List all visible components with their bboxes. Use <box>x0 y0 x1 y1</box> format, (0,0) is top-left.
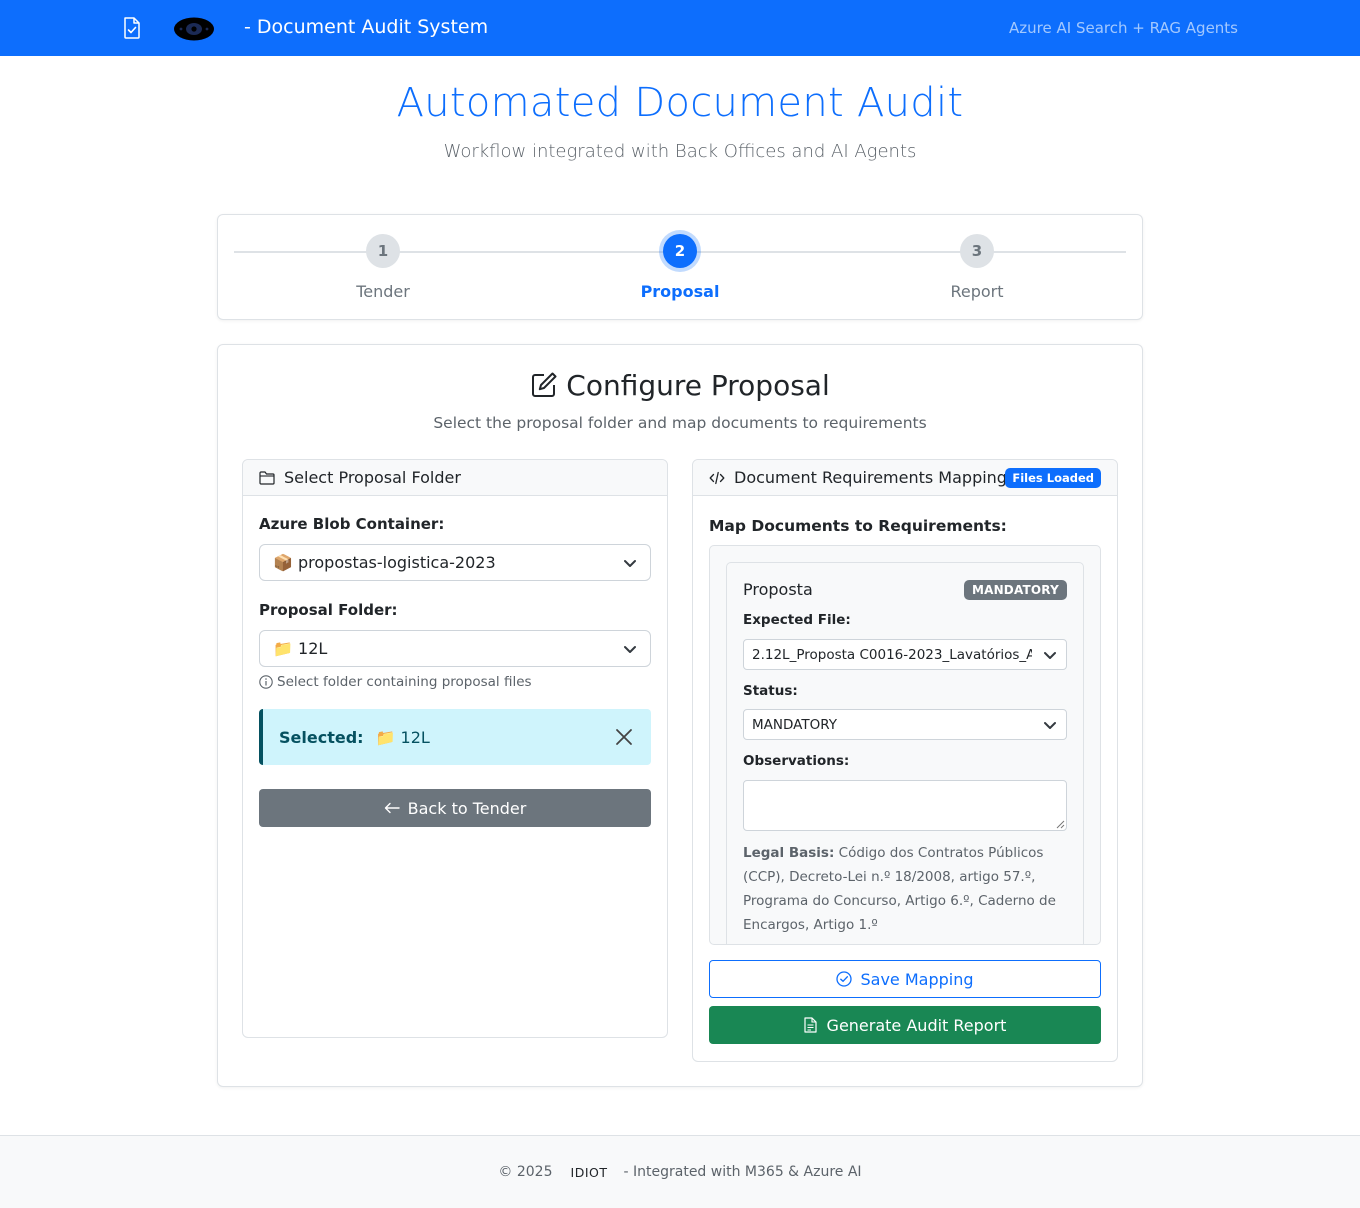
folder-help-text: Select folder containing proposal files <box>277 674 532 690</box>
observations-textarea[interactable] <box>743 780 1067 831</box>
check-circle-icon <box>836 971 853 987</box>
expected-file-value: 2.12L_Proposta C0016-2023_Lavatórios_Agr… <box>752 646 1032 663</box>
status-select[interactable]: MANDATORY <box>743 709 1067 740</box>
step-proposal[interactable]: 2 Proposal <box>580 234 780 301</box>
step-number: 1 <box>366 234 400 268</box>
container-select[interactable]: 📦 propostas-logistica-2023 <box>259 544 651 581</box>
footer-brand: IDIOT <box>570 1164 608 1180</box>
legal-basis-label: Legal Basis: <box>743 845 835 861</box>
step-tender[interactable]: 1 Tender <box>283 234 483 301</box>
generate-button-label: Generate Audit Report <box>826 1015 1007 1035</box>
step-number: 3 <box>960 234 994 268</box>
chevron-down-icon <box>624 559 636 567</box>
configure-proposal-card: Configure Proposal Select the proposal f… <box>217 344 1143 1087</box>
step-report[interactable]: 3 Report <box>877 234 1077 301</box>
footer: © 2025 IDIOT - Integrated with M365 & Az… <box>0 1135 1360 1208</box>
selected-label: Selected: <box>279 727 364 747</box>
back-button-label: Back to Tender <box>407 798 527 818</box>
selected-value: 📁 12L <box>375 727 430 747</box>
status-value: MANDATORY <box>752 716 837 733</box>
requirement-name: Proposta <box>743 580 813 599</box>
container-select-value: 📦 propostas-logistica-2023 <box>273 553 496 572</box>
page-title: Automated Document Audit <box>396 80 964 126</box>
panel-title: Document Requirements Mapping <box>734 468 1007 487</box>
navbar-tagline: Azure AI Search + RAG Agents <box>1009 19 1238 37</box>
edit-icon <box>532 372 557 397</box>
step-label: Report <box>950 282 1004 301</box>
expected-file-select[interactable]: 2.12L_Proposta C0016-2023_Lavatórios_Agr… <box>743 639 1067 670</box>
panel-header: Select Proposal Folder <box>243 460 667 496</box>
generate-audit-report-button[interactable]: Generate Audit Report <box>709 1006 1101 1044</box>
workflow-stepper: 1 Tender 2 Proposal 3 Report <box>217 214 1143 320</box>
requirements-list[interactable]: Proposta MANDATORY Expected File: 2.12L_… <box>709 545 1101 945</box>
resize-handle-icon[interactable] <box>1055 819 1065 829</box>
requirement-card: Proposta MANDATORY Expected File: 2.12L_… <box>726 562 1084 944</box>
configure-subtitle: Select the proposal folder and map docum… <box>433 414 927 432</box>
footer-copyright: © 2025 <box>498 1164 553 1180</box>
app-title[interactable]: - Document Audit System <box>244 16 488 38</box>
chevron-down-icon <box>624 645 636 653</box>
save-button-label: Save Mapping <box>860 969 974 989</box>
map-documents-label: Map Documents to Requirements: <box>709 517 1007 535</box>
files-loaded-badge: Files Loaded <box>1005 468 1101 488</box>
eye-logo-icon[interactable] <box>173 16 215 42</box>
status-label: Status: <box>743 683 798 699</box>
step-label: Tender <box>356 282 410 301</box>
navbar: - Document Audit System Azure AI Search … <box>0 0 1360 56</box>
legal-basis: Legal Basis: Código dos Contratos Públic… <box>743 841 1067 937</box>
page-subtitle: Workflow integrated with Back Offices an… <box>443 141 917 162</box>
configure-title: Configure Proposal <box>218 369 1142 402</box>
chevron-down-icon <box>1044 652 1056 659</box>
file-text-icon <box>803 1017 817 1033</box>
requirements-mapping-panel: Document Requirements Mapping Files Load… <box>692 459 1118 1062</box>
arrow-left-icon <box>384 802 400 814</box>
expected-file-label: Expected File: <box>743 612 851 628</box>
folder-select-value: 📁 12L <box>273 639 328 658</box>
close-icon[interactable] <box>615 728 633 746</box>
step-number: 2 <box>663 234 697 268</box>
folder-label: Proposal Folder: <box>259 601 398 619</box>
panel-title: Select Proposal Folder <box>284 468 461 487</box>
observations-label: Observations: <box>743 753 850 769</box>
folder-help: Select folder containing proposal files <box>259 674 532 690</box>
save-mapping-button[interactable]: Save Mapping <box>709 960 1101 998</box>
chevron-down-icon <box>1044 722 1056 729</box>
configure-title-text: Configure Proposal <box>566 369 830 402</box>
step-label: Proposal <box>640 282 720 301</box>
mandatory-badge: MANDATORY <box>963 580 1067 600</box>
container-label: Azure Blob Container: <box>259 515 445 533</box>
footer-tagline: - Integrated with M365 & Azure AI <box>623 1164 862 1180</box>
folder-icon <box>259 470 275 485</box>
code-icon <box>709 471 725 484</box>
folder-select[interactable]: 📁 12L <box>259 630 651 667</box>
back-to-tender-button[interactable]: Back to Tender <box>259 789 651 827</box>
file-check-icon <box>124 17 140 39</box>
select-folder-panel: Select Proposal Folder Azure Blob Contai… <box>242 459 668 1038</box>
selected-folder-alert: Selected: 📁 12L <box>259 709 651 765</box>
panel-header: Document Requirements Mapping Files Load… <box>693 460 1117 496</box>
info-icon <box>259 675 273 689</box>
